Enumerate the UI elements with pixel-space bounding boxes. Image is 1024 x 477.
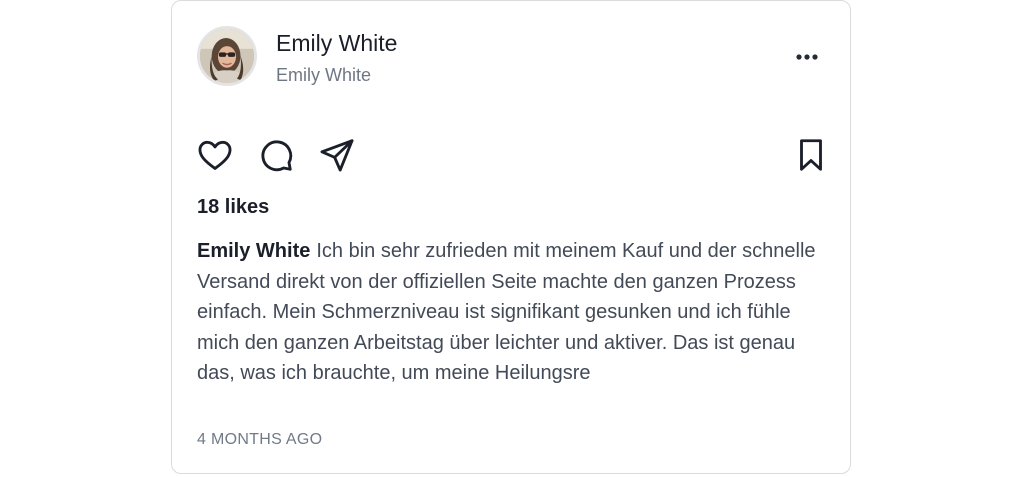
bookmark-button[interactable] <box>792 136 830 174</box>
bookmark-icon <box>800 139 822 171</box>
share-button[interactable] <box>318 136 356 174</box>
post-caption: Emily White Ich bin sehr zufrieden mit me… <box>197 236 817 389</box>
likes-count[interactable]: 18 likes <box>197 196 269 219</box>
comment-button[interactable] <box>257 136 295 174</box>
like-button[interactable] <box>196 136 234 174</box>
post-author-subtitle: Emily White <box>276 65 372 85</box>
heart-icon <box>198 140 232 170</box>
avatar[interactable] <box>197 26 257 86</box>
post-author-name[interactable]: Emily White <box>276 30 397 57</box>
caption-author-name[interactable]: Emily White <box>197 240 310 262</box>
post-card: Emily White Emily White 18 likes Emily W… <box>171 0 851 474</box>
post-timestamp: 4 MONTHS AGO <box>197 431 323 448</box>
comment-icon <box>261 140 293 172</box>
avatar-photo-icon <box>200 29 254 83</box>
more-horizontal-icon <box>796 54 818 60</box>
more-options-button[interactable] <box>790 45 824 69</box>
send-icon <box>320 139 354 172</box>
